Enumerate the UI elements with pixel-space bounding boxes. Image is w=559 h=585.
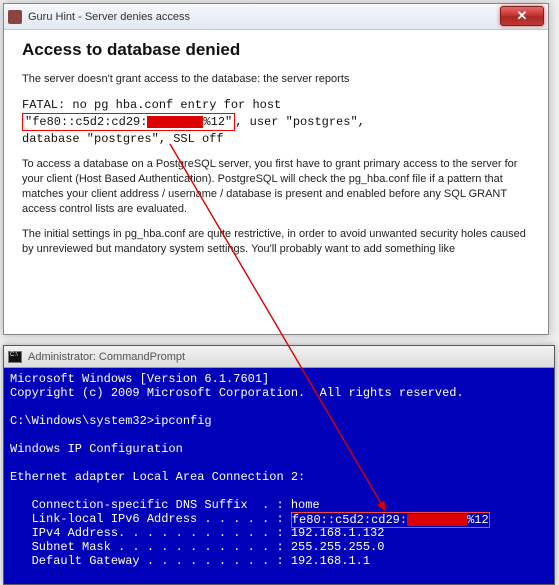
console-line-copyright: Copyright (c) 2009 Microsoft Corporation…	[10, 386, 464, 400]
console-line-version: Microsoft Windows [Version 6.1.7601]	[10, 372, 269, 386]
cmd-icon	[8, 351, 22, 363]
command-prompt-window: Administrator: CommandPrompt Microsoft W…	[3, 345, 555, 585]
close-icon: ✕	[517, 8, 528, 24]
ipv6-fragment-c: %12"	[203, 115, 232, 129]
ipv6-redacted	[147, 116, 203, 128]
console-ipv6-highlight-box: fe80::c5d2:cd29: %12	[291, 512, 490, 528]
console-row-dns: Connection-specific DNS Suffix . : home	[10, 498, 320, 512]
console-ipv6-a: fe80::c5d2:cd29:	[292, 513, 407, 527]
ipv6-fragment-a: "fe80::c5d2:cd29:	[25, 115, 147, 129]
console-row-subnet: Subnet Mask . . . . . . . . . . . : 255.…	[10, 540, 384, 554]
console-ipv6-c: %12	[467, 513, 489, 527]
console-prompt: C:\Windows\system32>ipconfig	[10, 414, 212, 428]
error-line-1: FATAL: no pg hba.conf entry for host	[22, 97, 530, 113]
dialog-body: Access to database denied The server doe…	[4, 30, 548, 278]
console-row-ipv4: IPv4 Address. . . . . . . . . . . : 192.…	[10, 526, 384, 540]
dialog-title: Guru Hint - Server denies access	[28, 11, 190, 23]
console-ipv6-redacted	[407, 514, 467, 526]
console-row-ipv6-label: Link-local IPv6 Address . . . . . :	[10, 512, 291, 526]
console-body[interactable]: Microsoft Windows [Version 6.1.7601] Cop…	[4, 368, 554, 584]
error-line-2: "fe80::c5d2:cd29: %12", user "postgres",	[22, 113, 530, 131]
dialog-heading: Access to database denied	[22, 40, 530, 60]
dialog-para-2: To access a database on a PostgreSQL ser…	[22, 157, 530, 216]
dialog-para-3: The initial settings in pg_hba.conf are …	[22, 227, 530, 257]
guru-hint-dialog: Guru Hint - Server denies access ✕ Acces…	[3, 3, 549, 335]
console-titlebar[interactable]: Administrator: CommandPrompt	[4, 346, 554, 368]
dialog-titlebar[interactable]: Guru Hint - Server denies access ✕	[4, 4, 548, 30]
fatal-error-block: FATAL: no pg hba.conf entry for host "fe…	[22, 97, 530, 148]
console-ipconfig-header: Windows IP Configuration	[10, 442, 183, 456]
console-adapter-name: Ethernet adapter Local Area Connection 2…	[10, 470, 305, 484]
error-line-3: database "postgres", SSL off	[22, 131, 530, 147]
ipv6-highlight-box: "fe80::c5d2:cd29: %12"	[22, 113, 235, 131]
error-line-2-rest: , user "postgres",	[235, 115, 365, 129]
console-title: Administrator: CommandPrompt	[28, 351, 185, 363]
app-icon	[8, 10, 22, 24]
dialog-intro: The server doesn't grant access to the d…	[22, 72, 530, 87]
console-row-gateway: Default Gateway . . . . . . . . . : 192.…	[10, 554, 370, 568]
close-button[interactable]: ✕	[500, 6, 544, 26]
